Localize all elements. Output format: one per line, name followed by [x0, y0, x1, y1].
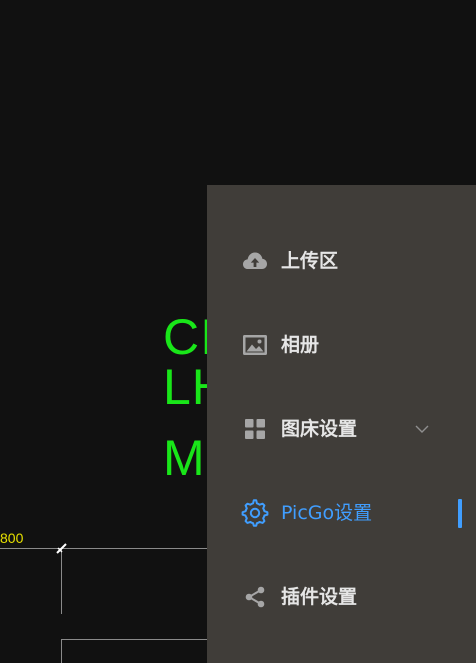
cad-extension-line [61, 548, 62, 614]
active-indicator [458, 499, 462, 528]
cad-text-line-3: M [163, 430, 206, 486]
sidebar-menu: 上传区 相册 图床设置 PicGo设置 插件设置 [207, 185, 476, 663]
cad-dimension-tick-icon [56, 543, 67, 554]
cad-frame-line [61, 639, 207, 640]
cad-frame-edge [61, 639, 62, 663]
chevron-down-icon[interactable] [414, 421, 430, 437]
sidebar-item-plugin-settings[interactable]: 插件设置 [207, 569, 476, 625]
cad-dimension-label: 800 [0, 530, 24, 546]
cloud-upload-icon [241, 247, 269, 275]
sidebar-item-upload-label: 上传区 [281, 250, 339, 272]
gear-icon [241, 499, 269, 527]
sidebar-item-upload[interactable]: 上传区 [207, 233, 476, 289]
sidebar-item-picbed-settings-label: 图床设置 [281, 418, 358, 440]
sidebar-item-plugin-settings-label: 插件设置 [281, 586, 358, 608]
sidebar-item-picgo-settings-label: PicGo设置 [281, 502, 373, 524]
sidebar-item-picbed-settings[interactable]: 图床设置 [207, 401, 476, 457]
sidebar-item-picgo-settings[interactable]: PicGo设置 [207, 485, 476, 541]
screen: CI LH M 800 上传区 相册 图床设置 PicGo设置 插件设置 [0, 0, 476, 663]
grid-icon [241, 415, 269, 443]
sidebar-item-album-label: 相册 [281, 334, 320, 356]
sidebar-item-album[interactable]: 相册 [207, 317, 476, 373]
share-icon [241, 583, 269, 611]
image-icon [241, 331, 269, 359]
cad-dimension-line [0, 548, 207, 549]
